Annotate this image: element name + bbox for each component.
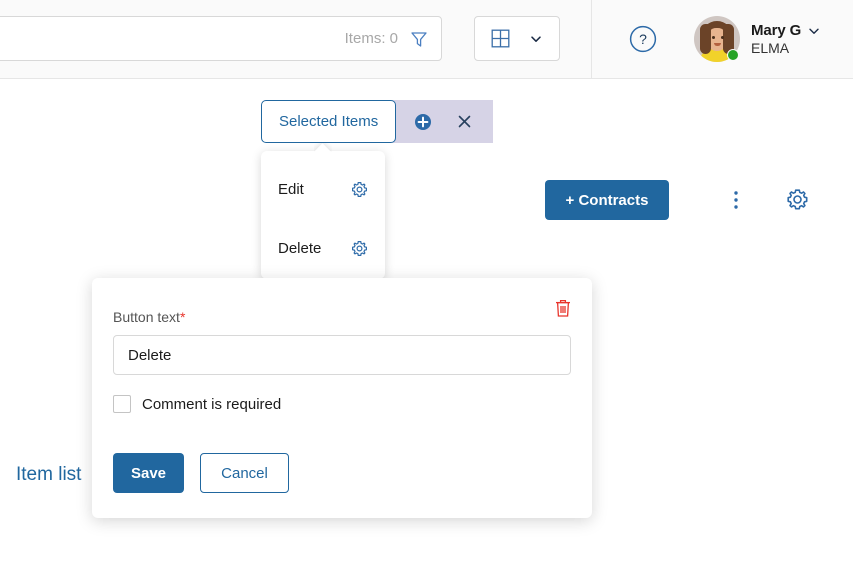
plus-circle-icon[interactable] <box>414 113 432 131</box>
gear-icon[interactable] <box>351 181 368 198</box>
menu-item-edit-label: Edit <box>278 180 304 198</box>
avatar[interactable] <box>694 16 740 62</box>
gear-icon[interactable] <box>785 187 810 212</box>
status-badge <box>727 49 739 61</box>
user-text: Mary G ELMA <box>751 22 821 56</box>
svg-text:?: ? <box>639 31 647 47</box>
menu-item-delete[interactable]: Delete <box>261 227 385 269</box>
chevron-down-icon[interactable] <box>529 32 543 46</box>
button-settings-modal: Button text* Comment is required Save Ca… <box>92 278 592 518</box>
grid-view-icon[interactable] <box>491 29 510 48</box>
button-text-label: Button text* <box>113 309 185 325</box>
app-root: Items: 0 ? Mary G ELMA Selected Items + … <box>0 0 853 565</box>
modal-button-row: Save Cancel <box>113 453 289 493</box>
user-name: Mary G <box>751 22 802 39</box>
page-title: Item list <box>16 464 82 485</box>
search-input[interactable] <box>0 17 331 60</box>
required-marker: * <box>179 309 186 325</box>
comment-required-checkbox-row[interactable]: Comment is required <box>113 395 281 413</box>
more-vertical-icon[interactable] <box>725 187 747 213</box>
close-x-icon[interactable] <box>456 113 473 130</box>
menu-item-delete-label: Delete <box>278 239 322 257</box>
user-name-row: Mary G <box>751 22 821 39</box>
menu-item-edit[interactable]: Edit <box>261 168 385 210</box>
items-count-label: Items: 0 <box>344 30 398 47</box>
funnel-icon[interactable] <box>409 29 429 49</box>
button-text-input[interactable] <box>113 335 571 375</box>
tab-actions-group <box>392 100 494 143</box>
button-text-label-text: Button text <box>113 309 180 325</box>
top-header: Items: 0 ? Mary G ELMA <box>0 0 853 79</box>
add-contracts-button[interactable]: + Contracts <box>545 180 669 220</box>
user-menu[interactable]: Mary G ELMA <box>694 16 821 62</box>
view-switcher[interactable] <box>474 16 560 61</box>
tab-selected-items[interactable]: Selected Items <box>261 100 397 143</box>
dropdown-arrow-up <box>314 143 332 152</box>
trash-icon[interactable] <box>554 298 572 318</box>
user-organization: ELMA <box>751 40 790 56</box>
toolbar: Selected Items + Contracts <box>0 79 853 220</box>
gear-icon[interactable] <box>351 240 368 257</box>
help-icon[interactable]: ? <box>629 25 657 53</box>
save-button[interactable]: Save <box>113 453 184 493</box>
selected-items-dropdown: Edit Delete <box>261 151 385 279</box>
tab-selected-items-label: Selected Items <box>279 113 379 130</box>
chevron-down-icon[interactable] <box>807 24 821 38</box>
comment-required-label: Comment is required <box>142 395 282 413</box>
search-filter-box[interactable]: Items: 0 <box>0 16 442 61</box>
cancel-button[interactable]: Cancel <box>200 453 289 493</box>
tab-group: Selected Items <box>261 100 494 143</box>
comment-required-checkbox[interactable] <box>113 395 131 413</box>
